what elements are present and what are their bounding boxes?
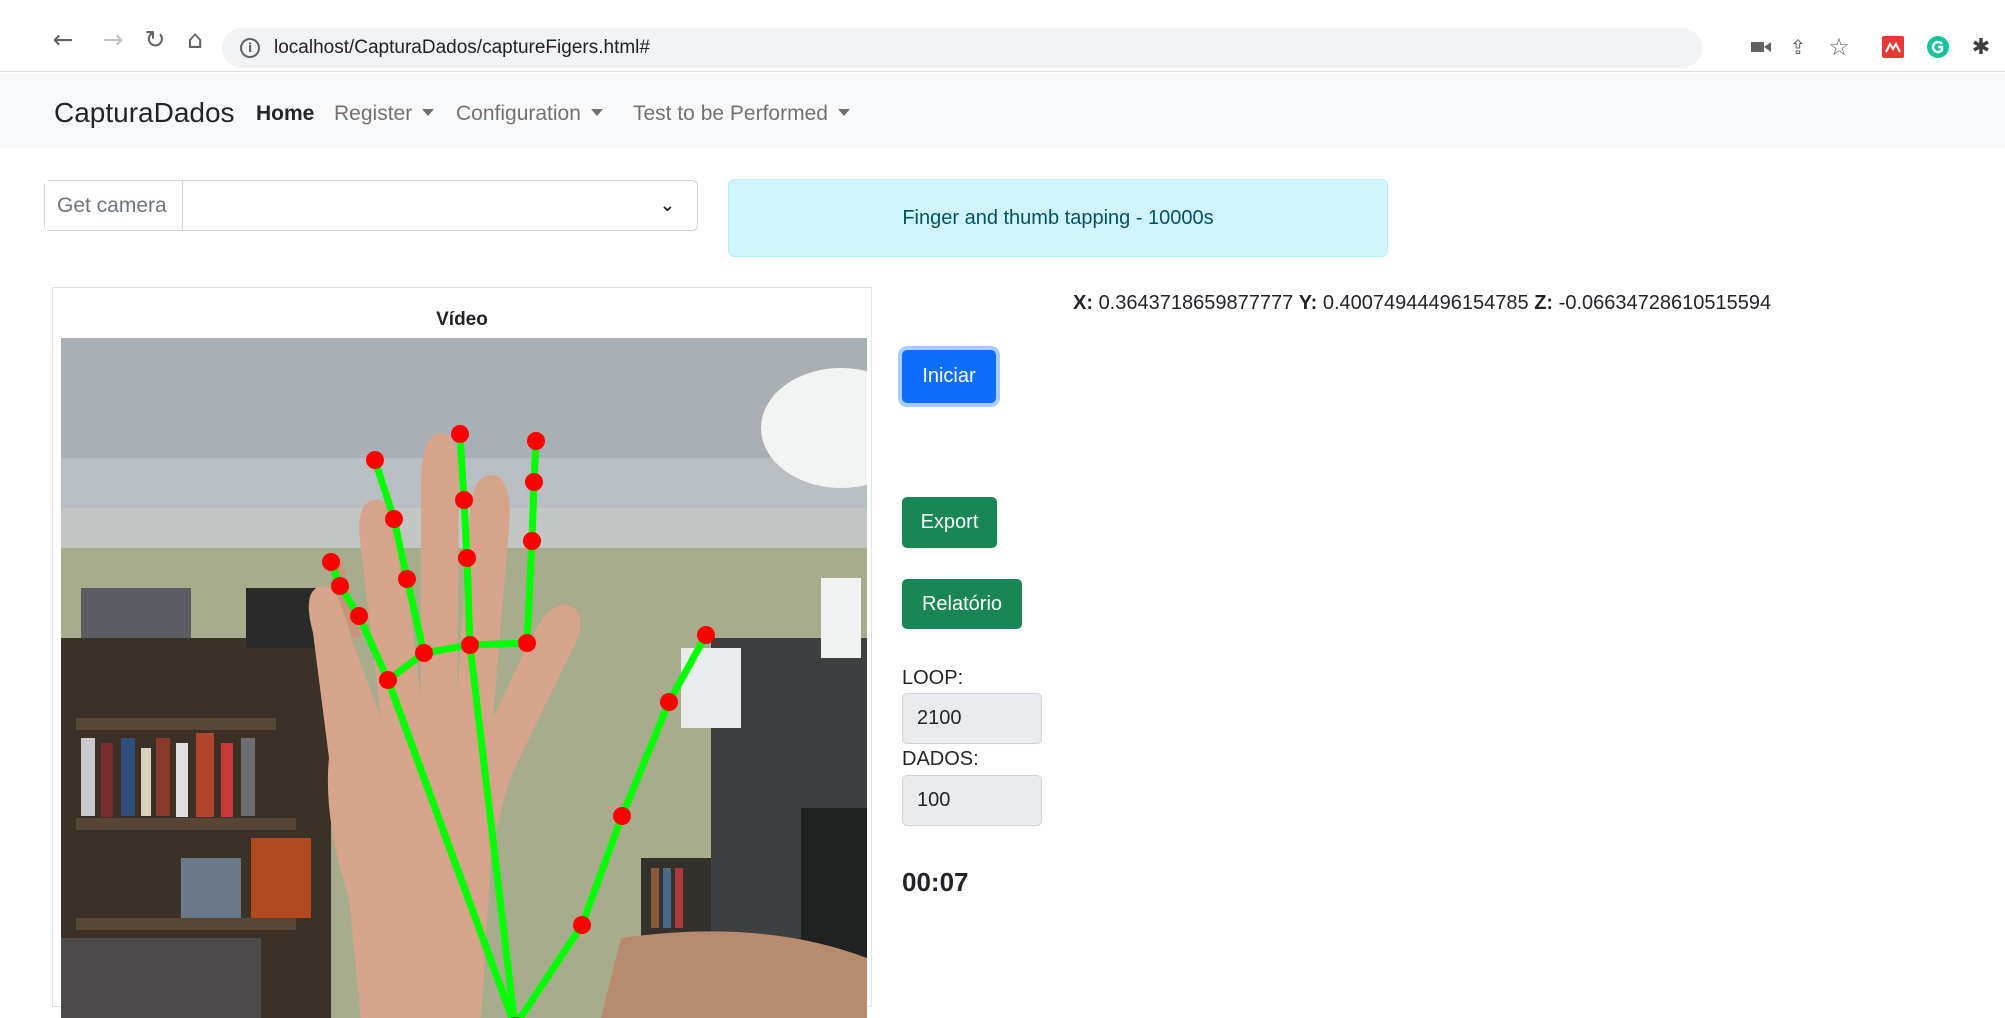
video-card: Vídeo — [52, 287, 872, 1018]
dados-field[interactable]: 100 — [902, 775, 1042, 826]
start-button[interactable]: Iniciar — [902, 350, 996, 403]
camera-select-group: Get camera ⌄ — [44, 180, 698, 231]
loop-label: LOOP: — [902, 667, 964, 689]
x-value: 0.3643718659877777 — [1098, 292, 1294, 314]
video-feed — [61, 338, 867, 1018]
grammarly-icon[interactable] — [1925, 34, 1951, 60]
puzzle-icon[interactable]: ✱ — [1968, 34, 1994, 60]
address-bar[interactable]: i localhost/CapturaDados/captureFigers.h… — [222, 28, 1702, 68]
y-value: 0.40074944496154785 — [1322, 292, 1529, 314]
camera-label: Get camera — [45, 181, 183, 230]
dados-label: DADOS: — [902, 748, 979, 770]
nav-configuration[interactable]: Configuration — [456, 102, 603, 126]
nav-register-label: Register — [334, 102, 413, 125]
timer: 00:07 — [902, 867, 969, 897]
app-navbar: CapturaDados Home Register Configuration… — [0, 73, 2005, 148]
camera-select[interactable]: ⌄ — [183, 181, 697, 230]
test-alert: Finger and thumb tapping - 10000s — [728, 179, 1388, 257]
share-icon[interactable]: ⇪ — [1785, 34, 1811, 60]
forward-arrow-icon[interactable]: → — [98, 24, 128, 54]
extension-icon[interactable] — [1880, 34, 1906, 60]
nav-test-label: Test to be Performed — [633, 102, 828, 125]
caret-down-icon — [590, 108, 603, 116]
camera-frame-image — [61, 338, 867, 1018]
caret-down-icon — [422, 108, 435, 116]
report-button[interactable]: Relatório — [902, 579, 1022, 629]
url-text[interactable]: localhost/CapturaDados/captureFigers.htm… — [274, 37, 650, 59]
loop-field[interactable]: 2100 — [902, 693, 1042, 744]
back-arrow-icon[interactable]: ← — [48, 24, 78, 54]
z-label: Z: — [1534, 292, 1554, 314]
brand[interactable]: CapturaDados — [54, 97, 235, 129]
nav-configuration-label: Configuration — [456, 102, 581, 125]
nav-home[interactable]: Home — [256, 102, 314, 126]
export-button[interactable]: Export — [902, 497, 997, 548]
nav-register[interactable]: Register — [334, 102, 435, 126]
video-title: Vídeo — [436, 309, 488, 330]
home-icon[interactable]: ⌂ — [180, 24, 210, 54]
star-icon[interactable]: ☆ — [1826, 33, 1852, 61]
nav-test-to-be-performed[interactable]: Test to be Performed — [633, 102, 850, 126]
caret-down-icon — [837, 108, 850, 116]
reload-icon[interactable]: ↻ — [140, 24, 170, 54]
y-label: Y: — [1298, 292, 1318, 314]
landmark-coordinates: X: 0.3643718659877777 Y: 0.4007494449615… — [1073, 292, 1771, 315]
z-value: -0.06634728610515594 — [1558, 292, 1772, 314]
info-icon[interactable]: i — [240, 38, 260, 58]
nav-home-label: Home — [256, 102, 315, 125]
x-label: X: — [1073, 292, 1093, 314]
chevron-down-icon: ⌄ — [659, 195, 675, 216]
browser-toolbar: ← → ↻ ⌂ i localhost/CapturaDados/capture… — [0, 0, 2005, 72]
camera-icon[interactable] — [1750, 34, 1772, 60]
